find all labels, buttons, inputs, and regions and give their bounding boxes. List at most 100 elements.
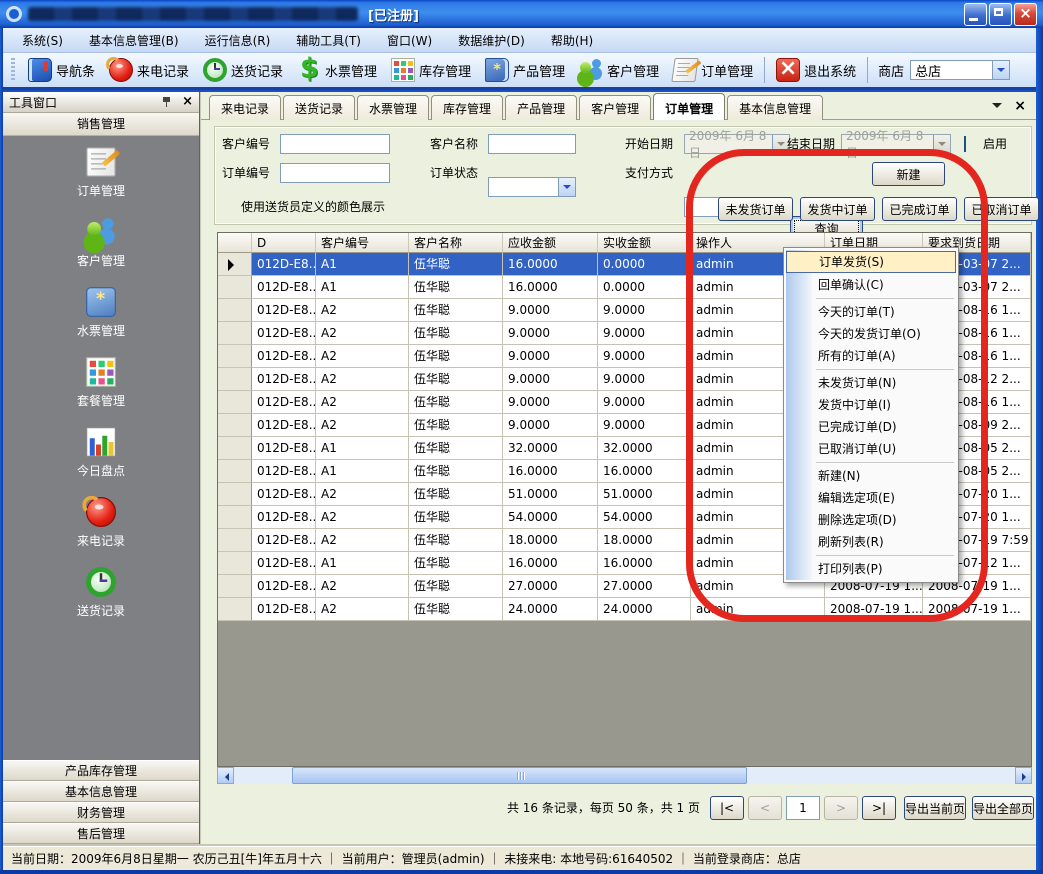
toolbar-button[interactable]: 产品管理 [478,56,572,84]
sidebar-item[interactable]: 水票管理 [77,290,125,339]
row-selector-cell[interactable] [218,460,252,483]
start-date-picker[interactable]: 2009年 6月 8日 [684,134,790,154]
close-button[interactable] [1014,3,1037,26]
row-selector-cell[interactable] [218,368,252,391]
sidebar-item[interactable]: 客户管理 [77,220,125,269]
tab[interactable]: 客户管理 [579,95,651,120]
table-row[interactable]: 012D-E8... A2 伍华聪 24.0000 24.0000 admin … [218,598,1031,621]
table-column-header[interactable]: 客户编号 [316,233,409,253]
chevron-down-icon[interactable] [558,178,575,196]
shop-select[interactable]: 总店 [910,60,1010,80]
sidebar-item[interactable]: 订单管理 [77,150,125,199]
row-selector-cell[interactable] [218,414,252,437]
table-column-header[interactable]: 实收金额 [598,233,691,253]
row-selector-cell[interactable] [218,506,252,529]
table-column-header[interactable]: 应收金额 [503,233,598,253]
enable-checkbox[interactable] [964,136,966,152]
context-menu-item[interactable]: 回单确认(C) [786,274,956,296]
maximize-button[interactable] [989,3,1012,26]
context-menu-item[interactable]: 编辑选定项(E) [786,487,956,509]
menu-item[interactable]: 数据维护(D) [445,29,538,52]
context-menu-item[interactable]: 今天的发货订单(O) [786,323,956,345]
customer-no-input[interactable] [280,134,390,154]
customer-name-input[interactable] [488,134,576,154]
next-page-button[interactable]: > [824,796,858,820]
table-column-header[interactable]: D [252,233,316,253]
sidebar-item[interactable]: 送货记录 [77,570,125,619]
minimize-button[interactable] [964,3,987,26]
menu-item[interactable]: 辅助工具(T) [283,29,374,52]
sidebar-item[interactable]: 套餐管理 [77,360,125,409]
context-menu-item[interactable]: 打印列表(P) [786,558,956,580]
row-selector-cell[interactable] [218,483,252,506]
sidebar-group-button[interactable]: 基本信息管理 [3,781,199,802]
toolbar-button[interactable]: 来电记录 [102,56,196,84]
row-selector-cell[interactable] [218,391,252,414]
scroll-right-icon[interactable] [1015,767,1032,784]
row-selector-cell[interactable] [218,253,252,276]
chevron-down-icon[interactable] [992,61,1009,79]
tab[interactable]: 产品管理 [505,95,577,120]
sidebar-group-sales[interactable]: 销售管理 [3,113,199,136]
row-selector-cell[interactable] [218,552,252,575]
menu-item[interactable]: 系统(S) [9,29,76,52]
menu-item[interactable]: 基本信息管理(B) [76,29,192,52]
sidebar-item[interactable]: 今日盘点 [77,430,125,479]
last-page-button[interactable]: >| [862,796,896,820]
scrollbar-thumb[interactable] [292,767,747,784]
scroll-left-icon[interactable] [217,767,234,784]
sidebar-group-button[interactable]: 财务管理 [3,802,199,823]
context-menu-item[interactable]: 所有的订单(A) [786,345,956,367]
new-button[interactable]: 新建 [872,162,945,186]
table-column-header[interactable] [218,233,252,253]
tab[interactable]: 水票管理 [357,95,429,120]
tab[interactable]: 订单管理 [653,93,725,120]
status-filter-button[interactable]: 未发货订单 [718,197,793,221]
table-column-header[interactable]: 客户名称 [409,233,503,253]
status-filter-button[interactable]: 已取消订单 [964,197,1039,221]
context-menu-item[interactable]: 刷新列表(R) [786,531,956,553]
sidebar-item[interactable]: 来电记录 [77,500,125,549]
tab[interactable]: 送货记录 [283,95,355,120]
pin-icon[interactable] [161,96,172,108]
context-menu-item[interactable]: 已取消订单(U) [786,438,956,460]
sidebar-group-button[interactable]: 产品库存管理 [3,760,199,781]
status-filter-button[interactable]: 已完成订单 [882,197,957,221]
sidebar-group-button[interactable]: 售后管理 [3,823,199,844]
exit-system-button[interactable]: 退出系统 [769,56,863,84]
context-menu-item[interactable]: 新建(N) [786,465,956,487]
context-menu-item[interactable]: 今天的订单(T) [786,301,956,323]
row-selector-cell[interactable] [218,437,252,460]
toolbar-button[interactable]: 导航条 [21,56,102,84]
order-status-select[interactable] [488,177,576,197]
prev-page-button[interactable]: < [748,796,782,820]
menu-item[interactable]: 帮助(H) [538,29,606,52]
context-menu-item[interactable]: 订单发货(S) [786,251,956,273]
toolbar-button[interactable]: 订单管理 [666,56,760,84]
row-selector-cell[interactable] [218,322,252,345]
row-selector-cell[interactable] [218,276,252,299]
row-selector-cell[interactable] [218,598,252,621]
context-menu-item[interactable]: 发货中订单(I) [786,394,956,416]
context-menu-item[interactable]: 未发货订单(N) [786,372,956,394]
toolbar-button[interactable]: 水票管理 [290,56,384,84]
chevron-down-icon[interactable] [933,135,950,153]
toolbar-button[interactable]: 库存管理 [384,56,478,84]
order-no-input[interactable] [280,163,390,183]
status-filter-button[interactable]: 发货中订单 [800,197,875,221]
first-page-button[interactable]: |< [710,796,744,820]
context-menu-item[interactable]: 删除选定项(D) [786,509,956,531]
scrollbar-track[interactable] [234,767,1015,784]
toolbar-button[interactable]: 送货记录 [196,56,290,84]
toolbar-button[interactable]: 客户管理 [572,56,666,84]
row-selector-cell[interactable] [218,529,252,552]
menu-item[interactable]: 运行信息(R) [192,29,284,52]
row-selector-cell[interactable] [218,299,252,322]
tab[interactable]: 来电记录 [209,95,281,120]
tab-close-icon[interactable]: × [1014,101,1026,111]
tool-window-close-icon[interactable]: × [182,96,193,108]
horizontal-scrollbar[interactable] [217,767,1032,784]
end-date-picker[interactable]: 2009年 6月 8日 [841,134,951,154]
tab[interactable]: 库存管理 [431,95,503,120]
context-menu-item[interactable]: 已完成订单(D) [786,416,956,438]
